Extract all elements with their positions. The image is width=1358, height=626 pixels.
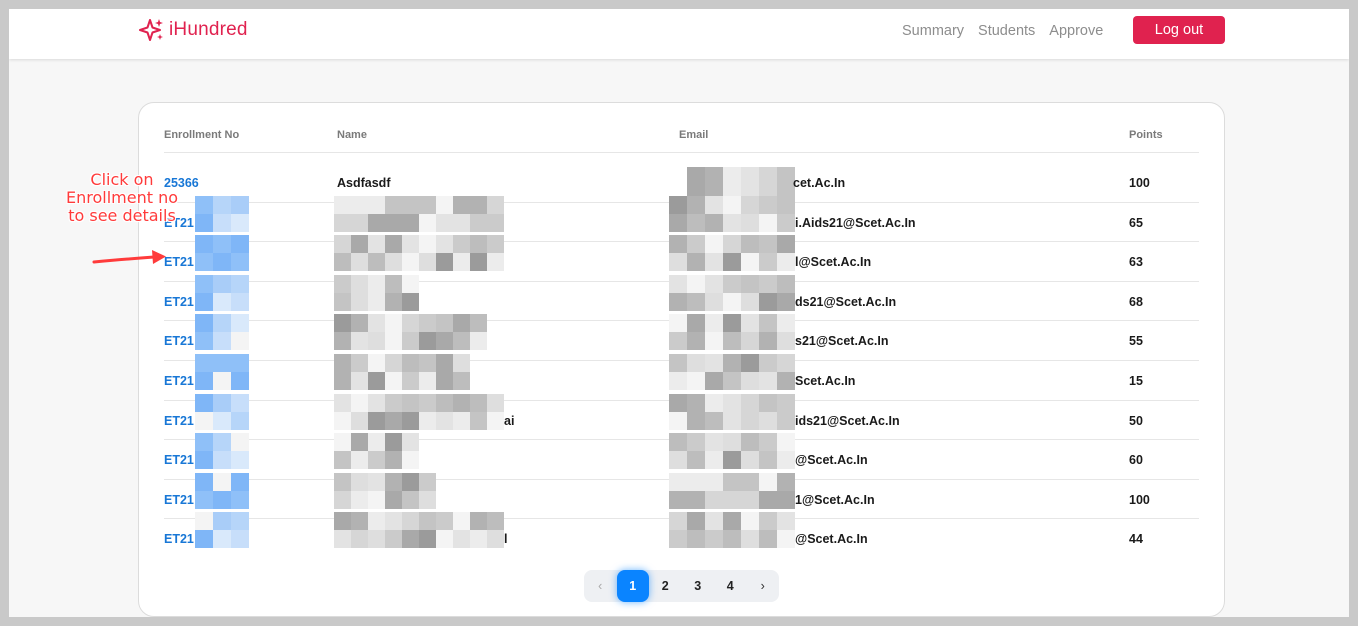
pixelated-redaction [669, 393, 795, 430]
pixelated-redaction [669, 472, 795, 509]
student-name: ai [504, 413, 515, 428]
pixelated-redaction [195, 433, 249, 470]
student-email: ds21@Scet.Ac.In [795, 294, 897, 309]
student-points: 100 [1129, 492, 1150, 507]
enrollment-link[interactable]: ET21 [164, 334, 194, 348]
annotation-callout: Click on Enrollment no to see details [57, 171, 187, 225]
pixelated-redaction [195, 393, 249, 430]
pixelated-redaction [669, 433, 795, 470]
header-email: Email [679, 129, 709, 141]
student-points: 15 [1129, 374, 1143, 388]
pixelated-redaction [669, 195, 795, 232]
next-page-button[interactable]: › [747, 579, 780, 593]
pixelated-redaction [334, 433, 419, 470]
pixelated-redaction [334, 195, 504, 232]
student-email: i.Aids21@Scet.Ac.In [795, 215, 916, 230]
table-row[interactable]: ET21 l @Scet.Ac.In 44 [164, 512, 1199, 559]
nav-link-students[interactable]: Students [978, 23, 1035, 39]
student-email: @Scet.Ac.In [795, 453, 868, 468]
student-points: 100 [1129, 176, 1150, 190]
student-points: 60 [1129, 453, 1143, 468]
pixelated-redaction [669, 235, 795, 272]
student-points: 68 [1129, 294, 1143, 309]
pixelated-redaction [195, 314, 249, 351]
header-name: Name [337, 129, 367, 141]
pixelated-redaction [669, 274, 795, 311]
student-email: Scet.Ac.In [795, 374, 856, 388]
sparkle-icon [139, 19, 163, 41]
nav-link-approve[interactable]: Approve [1049, 23, 1103, 39]
student-email: 1@Scet.Ac.In [795, 492, 875, 507]
student-name: Asdfasdf [337, 176, 391, 190]
student-email: s21@Scet.Ac.In [795, 334, 889, 349]
brand-name: iHundred [169, 19, 248, 40]
pixelated-redaction [195, 195, 249, 232]
student-points: 55 [1129, 334, 1143, 349]
enrollment-link[interactable]: ET21 [164, 374, 194, 388]
student-email: l@Scet.Ac.In [795, 255, 872, 270]
header-enrollment: Enrollment No [164, 129, 240, 141]
student-points: 44 [1129, 532, 1143, 547]
enrollment-link[interactable]: ET21 [164, 255, 194, 269]
student-email: @Scet.Ac.In [795, 532, 868, 547]
pixelated-redaction [334, 393, 504, 430]
enrollment-link[interactable]: ET21 [164, 295, 194, 309]
header-points: Points [1129, 129, 1163, 141]
pixelated-redaction [195, 354, 249, 390]
pixelated-redaction [334, 314, 487, 351]
annotation-line-1: Click on [90, 170, 154, 189]
student-email: ids21@Scet.Ac.In [795, 413, 900, 428]
page-3-button[interactable]: 3 [682, 579, 715, 593]
browser-frame: iHundred Summary Students Approve Log ou… [9, 9, 1349, 617]
pixelated-redaction [334, 472, 436, 509]
pixelated-redaction [195, 472, 249, 509]
pixelated-redaction [687, 167, 795, 203]
pixelated-redaction [334, 512, 504, 549]
pixelated-redaction [195, 235, 249, 272]
brand-logo[interactable]: iHundred [139, 17, 248, 43]
student-points: 63 [1129, 255, 1143, 270]
students-table-card: Enrollment No Name Email Points 25366 Asd… [138, 102, 1225, 617]
logout-button[interactable]: Log out [1133, 16, 1225, 44]
pixelated-redaction [669, 314, 795, 351]
pixelated-redaction [334, 354, 470, 390]
page-2-button[interactable]: 2 [649, 579, 682, 593]
pixelated-redaction [334, 235, 504, 272]
enrollment-link[interactable]: ET21 [164, 414, 194, 428]
pixelated-redaction [669, 512, 795, 549]
nav-link-summary[interactable]: Summary [902, 23, 964, 39]
pixelated-redaction [195, 274, 249, 311]
student-points: 65 [1129, 215, 1143, 230]
enrollment-link[interactable]: ET21 [164, 453, 194, 467]
nav-links: Summary Students Approve [902, 23, 1103, 39]
annotation-line-3: to see details [68, 206, 176, 225]
page-4-button[interactable]: 4 [714, 579, 747, 593]
table-header: Enrollment No Name Email Points [164, 129, 1199, 153]
enrollment-link[interactable]: ET21 [164, 493, 194, 507]
student-points: 50 [1129, 413, 1143, 428]
page-1-button[interactable]: 1 [616, 570, 649, 602]
pagination: ‹ 1 2 3 4 › [584, 570, 779, 602]
annotation-arrow-icon [92, 250, 166, 264]
student-email: cet.Ac.In [793, 176, 846, 190]
prev-page-button[interactable]: ‹ [584, 579, 617, 593]
student-name: l [504, 532, 508, 547]
navbar: iHundred Summary Students Approve Log ou… [9, 9, 1349, 59]
annotation-line-2: Enrollment no [65, 188, 178, 207]
pixelated-redaction [669, 354, 795, 390]
pixelated-redaction [334, 274, 419, 311]
enrollment-link[interactable]: ET21 [164, 532, 194, 546]
pixelated-redaction [195, 512, 249, 549]
